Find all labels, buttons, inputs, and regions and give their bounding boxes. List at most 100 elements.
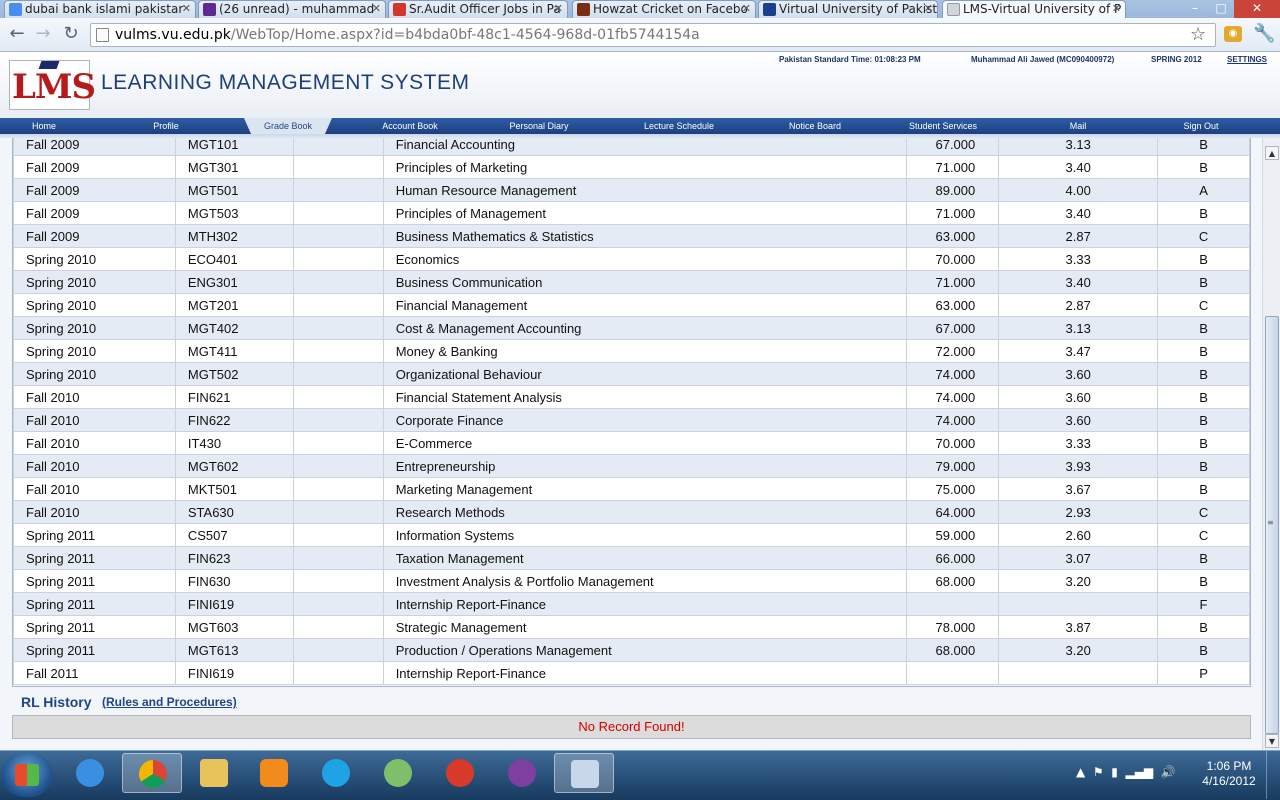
chat-icon: [384, 759, 412, 787]
tab-title: Howzat Cricket on Facebo: [593, 2, 748, 16]
marks-cell: [906, 592, 1000, 616]
nav-profile[interactable]: Profile: [122, 118, 210, 134]
nav-notice-board[interactable]: Notice Board: [774, 118, 856, 134]
table-row: Spring 2010 ENG301 Business Communication 7…: [13, 270, 1250, 294]
close-icon[interactable]: ✕: [182, 1, 191, 17]
table-row: Spring 2011 FIN623 Taxation Management 66.0…: [13, 546, 1250, 570]
nav-mail[interactable]: Mail: [1050, 118, 1106, 134]
wrench-icon[interactable]: 🔧: [1253, 23, 1275, 44]
rules-and-procedures-link[interactable]: (Rules and Procedures): [102, 695, 237, 709]
grade-cell: B: [1157, 362, 1250, 386]
grade-cell: F: [1157, 592, 1250, 616]
grade-book-content: Fall 2009 MGT101 Financial Accounting 67.00…: [0, 138, 1262, 750]
taskbar-app[interactable]: [430, 753, 490, 793]
marks-cell: 63.000: [906, 293, 1000, 317]
bookmark-star-icon[interactable]: ☆: [1190, 24, 1206, 45]
marks-cell: 71.000: [906, 270, 1000, 294]
close-icon[interactable]: ✕: [1112, 1, 1121, 17]
show-desktop-button[interactable]: [1266, 751, 1280, 799]
extension-icon[interactable]: ◉: [1224, 26, 1242, 42]
taskbar-app[interactable]: [184, 753, 244, 793]
browser-tab[interactable]: Howzat Cricket on Facebo ✕: [572, 0, 756, 18]
blank-cell: [292, 201, 384, 225]
reload-icon[interactable]: ↻: [60, 24, 82, 46]
gpa-cell: 3.93: [998, 454, 1159, 478]
nav-personal-diary[interactable]: Personal Diary: [490, 118, 588, 134]
semester-cell: Spring 2011: [13, 523, 176, 547]
nav-sign-out[interactable]: Sign Out: [1170, 118, 1232, 134]
grade-table-body: Fall 2009 MGT101 Financial Accounting 67.00…: [13, 138, 1250, 685]
maximize-icon[interactable]: □: [1208, 0, 1234, 18]
rl-history-title: RL History: [21, 694, 92, 710]
close-icon[interactable]: ✕: [742, 1, 751, 17]
system-tray[interactable]: ▲ ⚑ ▮ ▂▄▆ 🔊: [1076, 765, 1176, 779]
marks-cell: 67.000: [906, 316, 1000, 340]
forward-arrow-icon[interactable]: →: [32, 24, 54, 46]
browser-tab[interactable]: dubai bank islami pakistar ✕: [4, 0, 196, 18]
course-title-cell: Financial Accounting: [382, 138, 908, 156]
gpa-cell: 2.87: [998, 293, 1159, 317]
blank-cell: [292, 224, 384, 248]
course-title-cell: Internship Report-Finance: [382, 592, 908, 616]
semester-cell: Fall 2010: [13, 431, 176, 455]
paint-icon: [571, 760, 599, 788]
start-button[interactable]: [2, 753, 52, 797]
taskbar-clock[interactable]: 1:06 PM 4/16/2012: [1196, 759, 1262, 789]
gpa-cell: 3.13: [998, 316, 1159, 340]
nav-lecture-schedule[interactable]: Lecture Schedule: [628, 118, 730, 134]
close-icon[interactable]: ✕: [372, 1, 381, 17]
browser-tab[interactable]: (26 unread) - muhammad ✕: [198, 0, 386, 18]
grade-cell: B: [1157, 138, 1250, 156]
taskbar-app[interactable]: [368, 753, 428, 793]
blank-cell: [292, 523, 384, 547]
tab-title: (26 unread) - muhammad: [219, 2, 375, 16]
close-icon[interactable]: ✕: [924, 1, 933, 17]
browser-tab[interactable]: Sr.Audit Officer Jobs in Pa ✕: [388, 0, 568, 18]
grade-cell: B: [1157, 454, 1250, 478]
taskbar-app[interactable]: [244, 753, 304, 793]
gpa-cell: 3.60: [998, 362, 1159, 386]
table-row: Spring 2010 MGT502 Organizational Behaviou…: [13, 362, 1250, 386]
minimize-icon[interactable]: –: [1182, 0, 1208, 18]
nav-account-book[interactable]: Account Book: [366, 118, 454, 134]
taskbar-app[interactable]: [492, 753, 552, 793]
blank-cell: [292, 431, 384, 455]
blank-cell: [292, 385, 384, 409]
course-code-cell: STA630: [174, 500, 294, 524]
blank-cell: [292, 270, 384, 294]
settings-link[interactable]: SETTINGS: [1227, 55, 1267, 64]
window-close-icon[interactable]: ✕: [1234, 0, 1280, 18]
marks-cell: 74.000: [906, 385, 1000, 409]
course-title-cell: Entrepreneurship: [382, 454, 908, 478]
nav-grade-book[interactable]: Grade Book: [244, 118, 332, 134]
lms-logo[interactable]: LMS: [9, 60, 96, 110]
nav-student-services[interactable]: Student Services: [896, 118, 990, 134]
nav-home[interactable]: Home: [0, 118, 88, 134]
table-row: Fall 2009 MGT301 Principles of Marketing 71…: [13, 155, 1250, 179]
address-bar[interactable]: vulms.vu.edu.pk/WebTop/Home.aspx?id=b4bd…: [90, 23, 1216, 47]
grade-cell: B: [1157, 155, 1250, 179]
gpa-cell: 3.13: [998, 138, 1159, 156]
gpa-cell: 3.40: [998, 155, 1159, 179]
table-row: Fall 2009 MGT503 Principles of Management 7…: [13, 201, 1250, 225]
taskbar-app[interactable]: [554, 753, 614, 793]
media-player-icon: [260, 759, 288, 787]
back-arrow-icon[interactable]: ←: [6, 24, 28, 46]
scroll-up-icon[interactable]: ▲: [1265, 146, 1279, 160]
taskbar-app[interactable]: [60, 753, 120, 793]
scroll-down-icon[interactable]: ▼: [1265, 734, 1279, 748]
taskbar-app-active[interactable]: [122, 753, 182, 793]
browser-tab-active[interactable]: LMS-Virtual University of P ✕: [942, 0, 1126, 19]
taskbar-app[interactable]: [306, 753, 366, 793]
marks-cell: [906, 661, 1000, 685]
main-nav: Home Profile Grade Book Account Book Per…: [0, 118, 1280, 134]
close-icon[interactable]: ✕: [554, 1, 563, 17]
page-scrollbar[interactable]: ▲ ≡ ▼: [1262, 138, 1280, 750]
tab-title: dubai bank islami pakistar: [25, 2, 184, 16]
marks-cell: 89.000: [906, 178, 1000, 202]
ie-icon: [76, 759, 104, 787]
course-title-cell: Information Systems: [382, 523, 908, 547]
browser-tab[interactable]: Virtual University of Pakist ✕: [758, 0, 938, 18]
semester-cell: Spring 2010: [13, 316, 176, 340]
table-row: Fall 2009 MGT101 Financial Accounting 67.00…: [13, 138, 1250, 156]
